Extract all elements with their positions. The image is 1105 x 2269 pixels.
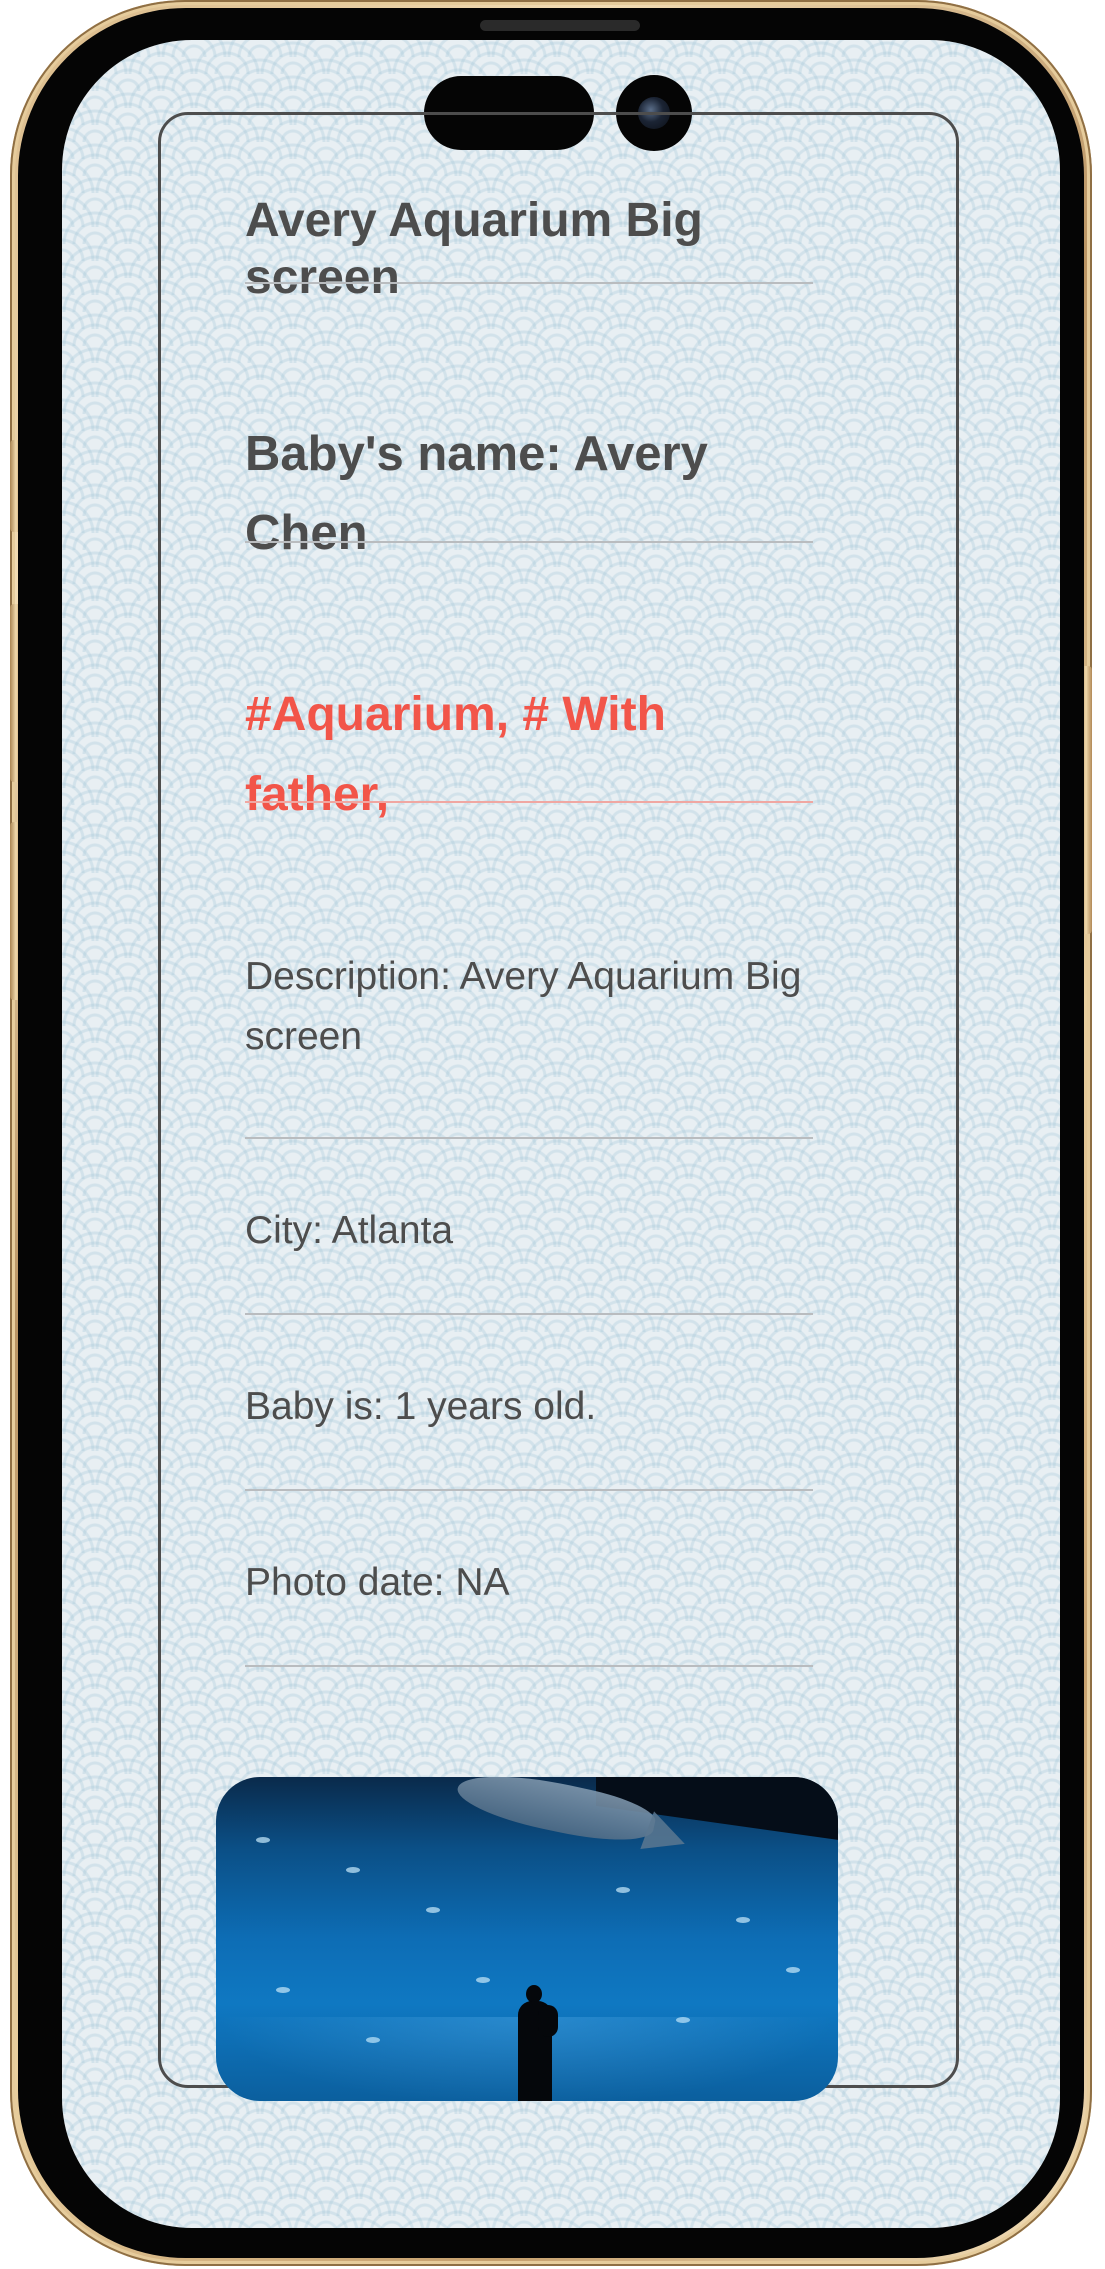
city-text: City: Atlanta: [245, 1209, 454, 1252]
baby-age-text: Baby is: 1 years old.: [245, 1385, 597, 1428]
fish: [426, 1907, 440, 1913]
divider: [245, 1665, 813, 1667]
baby-name: Baby's name: Avery Chen: [245, 427, 708, 560]
aquarium-photo[interactable]: [216, 1777, 838, 2101]
photo-date-text: Photo date: NA: [245, 1561, 510, 1604]
divider: [245, 801, 813, 803]
earpiece-speaker: [480, 20, 640, 31]
divider: [245, 1137, 813, 1139]
silhouette-child: [538, 2005, 558, 2037]
fish: [736, 1917, 750, 1923]
fish: [346, 1867, 360, 1873]
divider: [245, 1313, 813, 1315]
fish: [256, 1837, 270, 1843]
fish: [276, 1987, 290, 1993]
divider: [245, 1489, 813, 1491]
phone-screen: Avery Aquarium Big screen Baby's name: A…: [62, 40, 1060, 2228]
fish: [786, 1967, 800, 1973]
fish: [476, 1977, 490, 1983]
phone-frame: Avery Aquarium Big screen Baby's name: A…: [10, 0, 1092, 2266]
card-title: Avery Aquarium Big screen: [245, 194, 703, 304]
divider: [245, 282, 813, 284]
silhouette-person: [516, 1985, 558, 2101]
fish: [616, 1887, 630, 1893]
description-text: Description: Avery Aquarium Big screen: [245, 955, 802, 1058]
photo-details-card: Avery Aquarium Big screen Baby's name: A…: [158, 112, 959, 2101]
divider: [245, 541, 813, 543]
hashtags[interactable]: #Aquarium, # With father,: [245, 675, 813, 835]
